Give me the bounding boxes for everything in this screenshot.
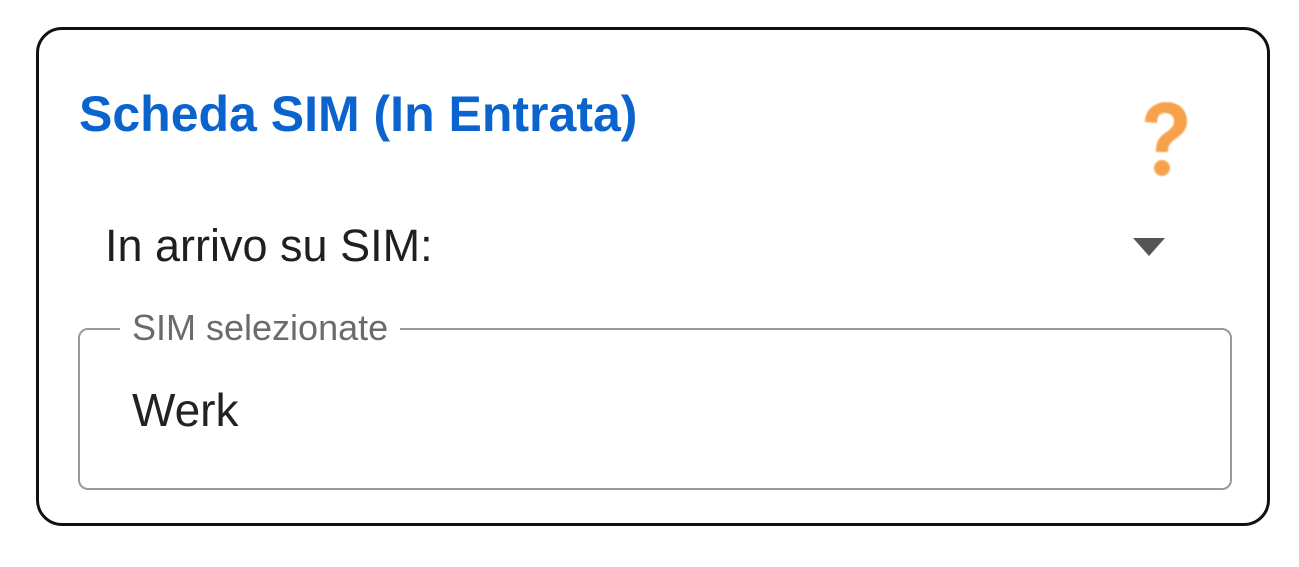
dropdown-label: In arrivo su SIM: bbox=[105, 220, 433, 271]
card-title: Scheda SIM (In Entrata) bbox=[79, 86, 638, 142]
caret-down-icon bbox=[1133, 238, 1165, 256]
help-button[interactable] bbox=[1135, 98, 1195, 182]
question-mark-icon bbox=[1135, 98, 1195, 182]
sim-incoming-card: Scheda SIM (In Entrata) In arrivo su SIM… bbox=[36, 27, 1270, 526]
selected-sim-value[interactable]: Werk bbox=[132, 382, 239, 438]
incoming-sim-dropdown[interactable]: In arrivo su SIM: bbox=[103, 212, 1183, 282]
selected-sims-field[interactable]: SIM selezionate Werk bbox=[78, 306, 1232, 490]
field-legend: SIM selezionate bbox=[120, 306, 401, 350]
